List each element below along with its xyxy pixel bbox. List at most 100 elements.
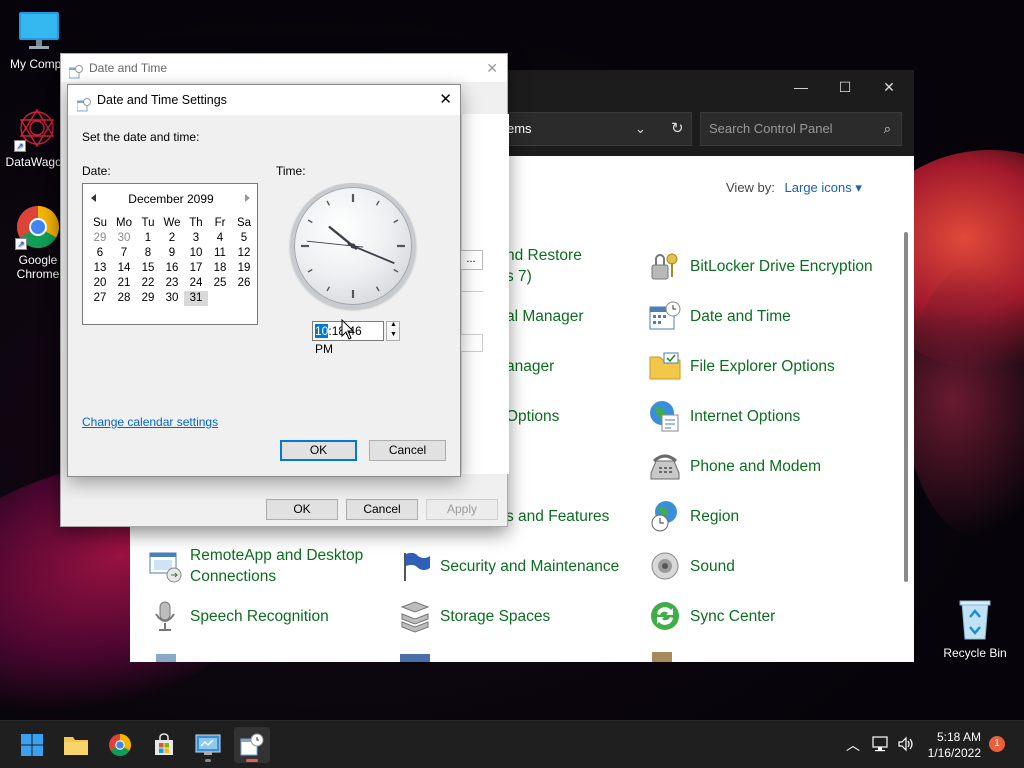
calendar-day[interactable]: 18 (208, 261, 232, 276)
calendar-day[interactable]: 6 (88, 246, 112, 261)
cp-item-phone-modem[interactable]: Phone and Modem (648, 446, 821, 486)
view-by: View by: Large icons ▾ (726, 180, 862, 196)
calendar-day[interactable]: 30 (112, 231, 136, 246)
globe-icon (648, 399, 682, 433)
calendar-day[interactable]: 30 (160, 291, 184, 306)
apply-button[interactable]: Apply (426, 499, 498, 520)
calendar-day[interactable]: 3 (184, 231, 208, 246)
weekday-label: Tu (141, 217, 155, 229)
chevron-down-icon[interactable]: ⌄ (635, 113, 646, 145)
cp-item-sound[interactable]: Sound (648, 546, 735, 586)
calendar-day[interactable]: 22 (136, 276, 160, 291)
calendar-day[interactable]: 14 (112, 261, 136, 276)
calendar-day[interactable]: 10 (184, 246, 208, 261)
item-label: File Explorer Options (690, 357, 835, 375)
cp-item-bitlocker[interactable]: BitLocker Drive Encryption (648, 246, 873, 286)
cp-item-backup-restore[interactable]: nd Restore s 7) (506, 246, 582, 286)
calendar-month-year[interactable]: December 2099 (83, 192, 259, 206)
calendar-day[interactable]: 4 (208, 231, 232, 246)
maximize-button[interactable]: ☐ (824, 74, 866, 100)
calendar-day[interactable]: 26 (232, 276, 256, 291)
calendar-day[interactable]: 13 (88, 261, 112, 276)
scrollbar[interactable] (904, 232, 908, 582)
calendar-day[interactable]: 27 (88, 291, 112, 306)
calendar-day[interactable]: 8 (136, 246, 160, 261)
change-calendar-settings-link[interactable]: Change calendar settings (82, 415, 218, 429)
cp-item-credential-manager[interactable]: al Manager (506, 296, 584, 336)
notification-badge[interactable]: 1 (989, 736, 1005, 752)
calendar-day[interactable]: 19 (232, 261, 256, 276)
calendar-day[interactable]: 5 (232, 231, 256, 246)
network-icon[interactable] (872, 735, 890, 756)
refresh-icon[interactable]: ↻ (671, 113, 684, 145)
taskbar-file-explorer[interactable] (58, 727, 94, 763)
calendar-day[interactable]: 1 (136, 231, 160, 246)
calendar-day[interactable]: 21 (112, 276, 136, 291)
calendar-day[interactable]: 15 (136, 261, 160, 276)
calendar-day[interactable]: 17 (184, 261, 208, 276)
view-by-dropdown[interactable]: Large icons ▾ (785, 180, 862, 195)
cp-item-file-explorer-options[interactable]: File Explorer Options (648, 346, 835, 386)
calendar-day[interactable]: 29 (88, 231, 112, 246)
close-icon[interactable]: ✕ (486, 54, 498, 82)
item-label: Phone and Modem (690, 457, 821, 475)
ok-button[interactable]: OK (266, 499, 338, 520)
cancel-button[interactable]: Cancel (346, 499, 418, 520)
ok-button[interactable]: OK (280, 440, 357, 461)
search-input[interactable]: Search Control Panel ⌕ (700, 112, 902, 146)
chrome-icon: ↗ (15, 204, 61, 250)
speaker-icon (648, 549, 682, 583)
next-month-icon[interactable] (245, 194, 250, 202)
cancel-button[interactable]: Cancel (369, 440, 446, 461)
close-icon[interactable]: ✕ (439, 85, 452, 115)
minimize-button[interactable]: — (780, 74, 822, 100)
start-button[interactable] (14, 727, 50, 763)
cp-item-speech-recognition[interactable]: Speech Recognition (148, 596, 329, 636)
cp-item-options[interactable]: Options (506, 396, 559, 436)
tab-panel (461, 114, 509, 474)
taskbar-date-time[interactable] (234, 727, 270, 763)
taskbar-chrome[interactable] (102, 727, 138, 763)
taskbar-control-panel[interactable] (190, 727, 226, 763)
taskbar-store[interactable] (146, 727, 182, 763)
flag-icon (398, 549, 432, 583)
calendar-empty-cell (208, 291, 232, 306)
volume-icon[interactable] (897, 735, 915, 756)
calendar-day[interactable]: 29 (136, 291, 160, 306)
calendar-day[interactable]: 31 (184, 291, 208, 306)
desktop-icon-recycle-bin[interactable]: Recycle Bin (938, 597, 1012, 660)
cp-item-programs-features[interactable]: s and Features (506, 496, 609, 536)
calendar-day[interactable]: 28 (112, 291, 136, 306)
spin-up-icon[interactable]: ▲ (390, 321, 397, 328)
calendar-day[interactable]: 2 (160, 231, 184, 246)
calendar-day[interactable]: 25 (208, 276, 232, 291)
chevron-up-icon[interactable]: ︿ (846, 735, 860, 755)
spin-down-icon[interactable]: ▼ (390, 331, 397, 338)
calendar-day[interactable]: 24 (184, 276, 208, 291)
cp-item-date-time[interactable]: Date and Time (648, 296, 791, 336)
cp-item-remoteapp[interactable]: RemoteApp and Desktop Connections (148, 546, 363, 586)
calendar-day[interactable]: 12 (232, 246, 256, 261)
divider (461, 291, 483, 292)
time-spinner[interactable]: ▲ ▼ (386, 321, 400, 341)
calendar-day[interactable]: 23 (160, 276, 184, 291)
date-label: Date: (82, 164, 111, 178)
cp-item-storage-spaces[interactable]: Storage Spaces (398, 596, 550, 636)
calendar-day[interactable]: 11 (208, 246, 232, 261)
cp-item-internet-options[interactable]: Internet Options (648, 396, 800, 436)
taskbar-clock[interactable]: 5:18 AM 1/16/2022 (928, 729, 981, 761)
calendar-day[interactable]: 9 (160, 246, 184, 261)
calendar[interactable]: December 2099 Su Mo Tu We Th Fr Sa 29 30 1 2 3 4 5 6 7 8… (82, 183, 258, 325)
field-partial[interactable] (459, 334, 483, 352)
cp-item-security-maintenance[interactable]: Security and Maintenance (398, 546, 619, 586)
change-button-partial[interactable]: ... (459, 250, 483, 270)
cp-item-device-manager[interactable]: anager (506, 346, 554, 386)
calendar-day[interactable]: 20 (88, 276, 112, 291)
calendar-day[interactable]: 7 (112, 246, 136, 261)
close-button[interactable]: ✕ (868, 74, 910, 100)
cp-item-region[interactable]: Region (648, 496, 739, 536)
calendar-clock-icon (648, 299, 682, 333)
calendar-day[interactable]: 16 (160, 261, 184, 276)
cp-item-sync-center[interactable]: Sync Center (648, 596, 775, 636)
time-hour-field[interactable]: 10 (315, 324, 329, 338)
